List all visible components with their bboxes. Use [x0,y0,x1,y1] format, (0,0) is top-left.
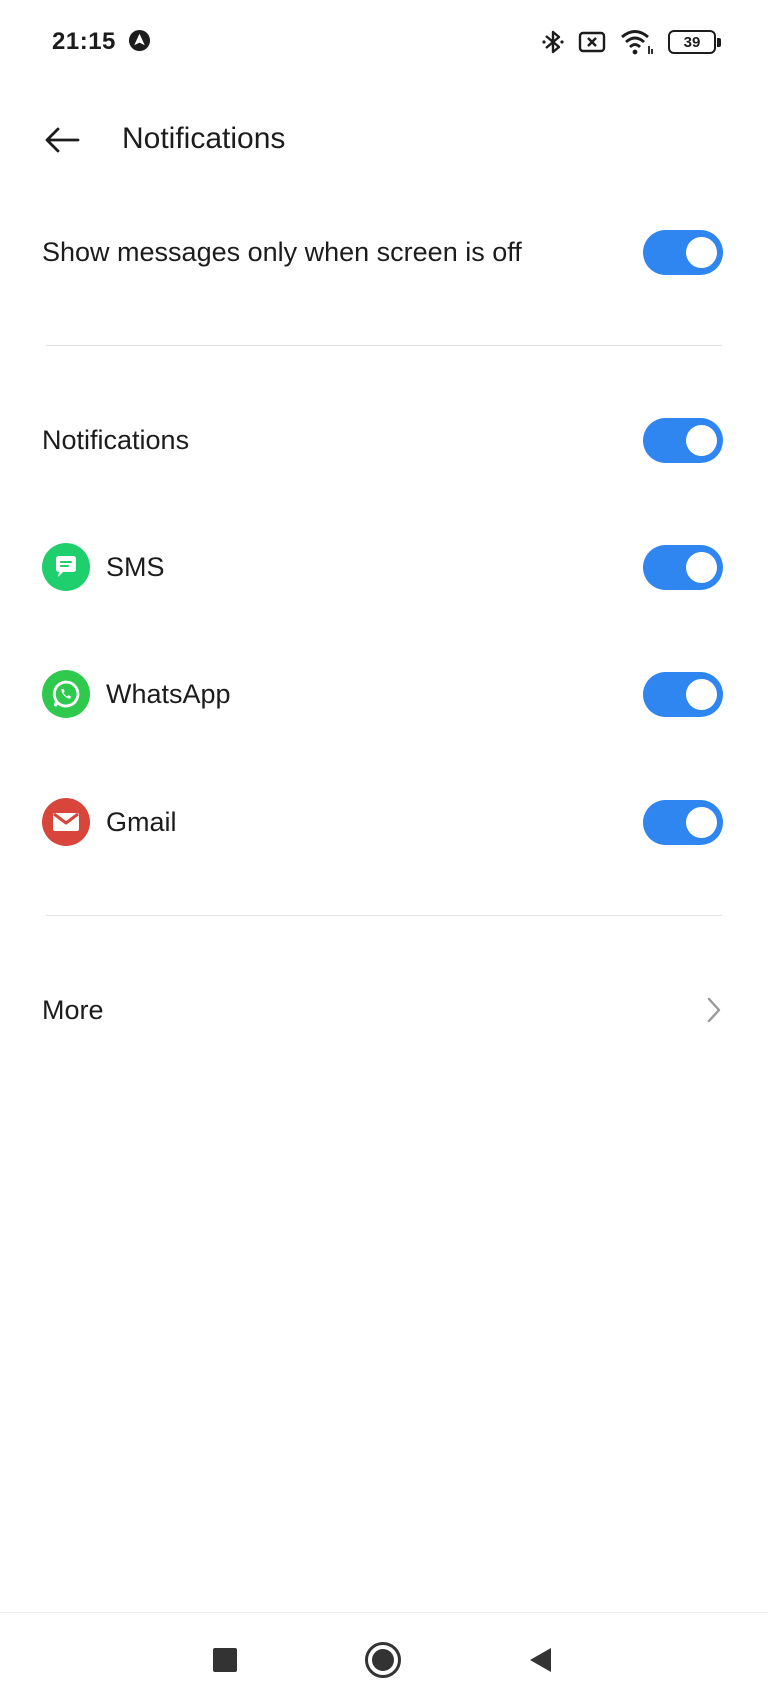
status-bar: 21:15 39 [0,0,768,84]
chevron-right-icon [700,996,728,1024]
setting-row-screen-off[interactable]: Show messages only when screen is off [0,202,768,302]
recents-square-icon [213,1648,237,1672]
navigation-bar [0,1612,768,1706]
screen-off-toggle[interactable] [643,229,723,275]
home-button[interactable] [358,1635,408,1685]
whatsapp-icon [42,670,90,718]
status-time: 21:15 [52,28,116,55]
page-title: Notifications [122,122,286,155]
sim-x-icon [578,31,606,53]
app-row-gmail[interactable]: Gmail [0,772,768,872]
toggle-knob [686,236,717,268]
app-row-sms[interactable]: SMS [0,517,768,617]
recents-button[interactable] [200,1635,250,1685]
more-label: More [42,994,104,1025]
gmail-toggle[interactable] [643,799,723,845]
battery-level: 39 [683,33,701,51]
app-row-whatsapp[interactable]: WhatsApp [0,644,768,744]
setting-label-screen-off: Show messages only when screen is off [42,236,522,267]
setting-label-notifications: Notifications [42,424,190,455]
toggle-knob [686,551,717,583]
notifications-toggle[interactable] [643,417,723,463]
bluetooth-icon [542,30,564,54]
app-label-whatsapp: WhatsApp [106,678,231,709]
wifi-icon [621,30,653,55]
sms-toggle[interactable] [643,544,723,590]
back-triangle-icon [530,1648,551,1672]
toggle-knob [686,806,717,838]
arrow-left-icon [45,127,80,153]
home-circle-icon [365,1642,401,1678]
app-label-gmail: Gmail [106,806,177,837]
header: Notifications [0,100,768,180]
gmail-icon [42,798,90,846]
back-nav-button[interactable] [516,1635,566,1685]
status-icons: 39 [542,26,721,58]
setting-row-notifications[interactable]: Notifications [0,390,768,490]
sms-icon [42,543,90,591]
app-label-sms: SMS [106,551,165,582]
android-auto-icon [128,29,151,52]
more-row[interactable]: More [0,960,768,1060]
back-button[interactable] [38,116,86,164]
battery-indicator: 39 [668,30,721,54]
whatsapp-toggle[interactable] [643,671,723,717]
divider [46,345,722,346]
divider [46,915,722,916]
toggle-knob [686,678,717,710]
toggle-knob [686,424,717,456]
